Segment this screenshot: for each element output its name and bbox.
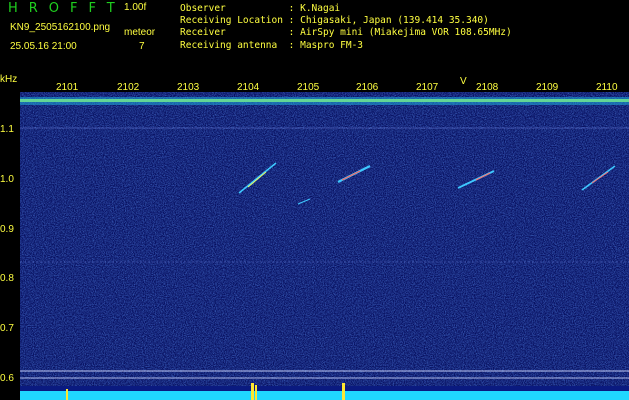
- timestamp: 25.05.16 21:00: [10, 41, 77, 52]
- y-tick-label: 1.0: [0, 174, 14, 185]
- y-tick-label: 0.7: [0, 323, 14, 334]
- file-name: KN9_2505162100.png: [10, 22, 111, 33]
- info-antenna: Receiving antenna : Maspro FM-3: [180, 39, 364, 51]
- detection-count: 7: [139, 41, 145, 52]
- info-location: Receiving Location : Chigasaki, Japan (1…: [180, 15, 489, 27]
- signal-peak: [255, 385, 257, 400]
- noise-speckle: [20, 92, 629, 400]
- spectrogram: [20, 92, 629, 400]
- app-logo: HROFFT: [8, 1, 126, 16]
- signal-peak: [251, 383, 254, 400]
- signal-peak: [66, 389, 68, 400]
- y-axis-unit: kHz: [0, 74, 18, 85]
- y-tick-label: 1.1: [0, 124, 14, 135]
- carrier-line: [20, 99, 629, 102]
- y-tick-label: 0.9: [0, 224, 14, 235]
- signal-peak: [342, 383, 345, 400]
- info-observer: Observer : K.Nagai: [180, 3, 341, 14]
- station-info: Observer : K.Nagai Receiving Location : …: [180, 3, 512, 52]
- signal-strength-level: [20, 391, 629, 400]
- y-tick-label: 0.6: [0, 373, 14, 384]
- time-marker: V: [460, 76, 467, 87]
- mode-label: meteor: [124, 27, 156, 38]
- app-version: 1.00f: [124, 2, 147, 13]
- y-tick-label: 0.8: [0, 273, 14, 284]
- header-panel: HROFFT 1.00f KN9_2505162100.png meteor 2…: [0, 0, 629, 74]
- info-receiver: Receiver : AirSpy mini (Miakejima VOR 10…: [180, 27, 512, 39]
